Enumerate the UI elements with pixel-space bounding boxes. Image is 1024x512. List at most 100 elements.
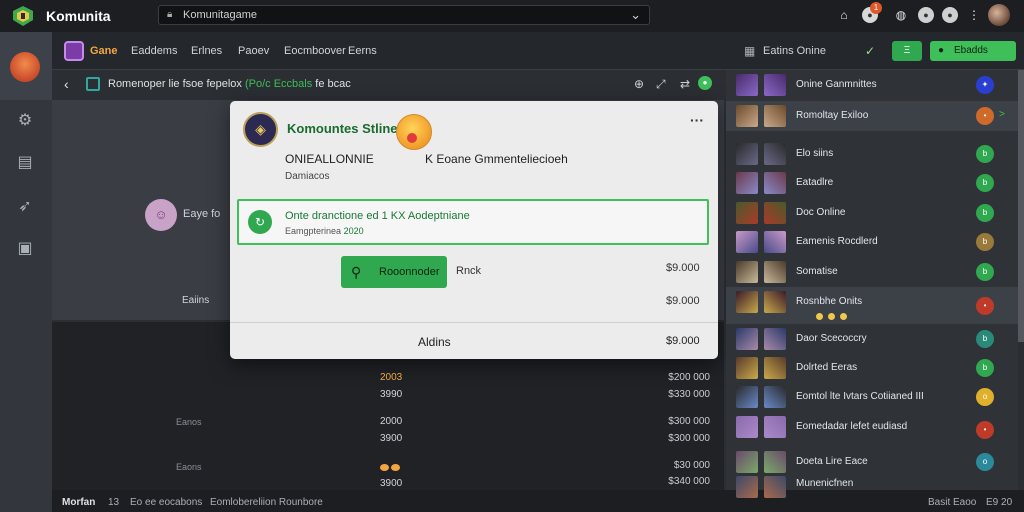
nav-item-2[interactable]: Eaddems (131, 45, 177, 57)
settings-icon[interactable]: ● (918, 7, 934, 23)
table-row-amount: $200 000 (668, 372, 710, 383)
scrollbar[interactable] (1018, 70, 1024, 342)
member-name[interactable]: Eaye fo (183, 208, 220, 220)
status-badge[interactable]: b (976, 174, 994, 192)
status-item[interactable]: Morfan (62, 497, 95, 508)
sidebar-item-label: Munenicfnen (796, 478, 854, 489)
notice-title: Onte dranctione ed 1 KX Aodeptniane (285, 210, 470, 222)
sidebar-item-label: Somatise (796, 266, 838, 277)
game-thumbnail (764, 261, 786, 283)
primary-action-button[interactable]: ● Ebadds (930, 41, 1016, 61)
nav-item-game[interactable]: Gane (90, 45, 118, 57)
sidebar-item[interactable]: Doc Online b (726, 198, 1018, 227)
notification-badge: 1 (870, 2, 882, 14)
sidebar-item-label: Rosnbhe Onits (796, 296, 863, 307)
sidebar-item[interactable]: Rosnbhe Onits • (726, 287, 1018, 324)
member-avatar[interactable]: ☺ (145, 199, 177, 231)
sidebar-item[interactable]: Daor Scecoccry b (726, 324, 1018, 353)
status-item[interactable]: Eomlobereliion Rounbore (210, 497, 323, 508)
breadcrumb-highlight[interactable]: (Po/c Eccbals (245, 78, 312, 90)
sidebar-item[interactable]: Onine Ganmnittes ✦ (726, 70, 1018, 99)
status-badge[interactable]: ✦ (976, 76, 994, 94)
table-row-value: 3900 (380, 478, 403, 489)
status-badge[interactable]: o (976, 388, 994, 406)
chevron-right-icon[interactable]: > (999, 109, 1005, 120)
home-icon[interactable]: ⌂ (836, 7, 852, 23)
nav-item-3[interactable]: Erlnes (191, 45, 222, 57)
online-label[interactable]: Eatins Onine (763, 45, 826, 57)
table-row-label: Eaons (176, 462, 202, 472)
nav-item-4[interactable]: Paoev (238, 45, 269, 57)
breadcrumb-prefix: Romenoper lie fsoe fepelox (108, 78, 242, 90)
emoji-sticker-icon (396, 114, 432, 150)
sidebar-item-label: Doeta Lire Eace (796, 456, 868, 467)
notice-subtitle: Eamgpterinea 2020 (285, 226, 364, 236)
chevron-down-icon[interactable]: ⌄ (630, 7, 641, 23)
status-badge[interactable]: b (976, 263, 994, 281)
user-avatar[interactable] (988, 4, 1010, 26)
table-row-amount: $300 000 (668, 416, 710, 427)
table-row-value: 3990 (380, 389, 403, 400)
sidebar-item[interactable]: Romoltay Exiloo • > (726, 101, 1018, 131)
game-thumbnail (764, 328, 786, 350)
more-vertical-icon[interactable]: ⋮ (966, 7, 982, 23)
help-icon[interactable]: ● (942, 7, 958, 23)
sidebar-item[interactable]: Somatise b (726, 257, 1018, 287)
status-badge[interactable]: b (976, 204, 994, 222)
table-row-amount: $300 000 (668, 433, 710, 444)
sidebar-item[interactable]: Eomtol lte Ivtars Cotiianed III o (726, 382, 1018, 412)
sidebar-item[interactable]: Elo siins b (726, 139, 1018, 168)
recommend-button[interactable]: ⚲ Rooonnoder (341, 256, 447, 288)
game-thumbnail (736, 386, 758, 408)
message-icon[interactable]: ▣ (14, 238, 36, 260)
status-badge[interactable]: b (976, 359, 994, 377)
game-thumbnail (764, 476, 786, 498)
game-thumbnail (764, 202, 786, 224)
status-badge[interactable]: b (976, 233, 994, 251)
sidebar-item[interactable]: Eatadlre b (726, 168, 1018, 198)
small-action-button[interactable]: Ξ (892, 41, 922, 61)
check-icon[interactable]: ✓ (865, 44, 875, 58)
game-controller-icon[interactable]: ⊕ (634, 77, 644, 91)
nav-item-5[interactable]: Eocmboover (284, 45, 346, 57)
sidebar-item[interactable]: Dolrted Eeras b (726, 353, 1018, 382)
status-badge[interactable]: • (976, 297, 994, 315)
expand-icon[interactable]: ⤢ (656, 77, 666, 92)
status-dot-icon[interactable]: ● (698, 76, 712, 90)
keyboard-icon[interactable]: ▤ (14, 152, 36, 174)
game-thumbnail (764, 357, 786, 379)
gear-icon[interactable]: ⚙ (14, 110, 36, 132)
table-row-amount: $330 000 (668, 389, 710, 400)
table-row-value: 3900 (380, 433, 403, 444)
table-row-amount: $30 000 (673, 460, 710, 471)
refresh-icon: ↻ (248, 210, 272, 234)
plus-icon: ● (938, 45, 945, 56)
back-chevron-icon[interactable]: ‹ (64, 76, 69, 92)
status-badge[interactable]: o (976, 453, 994, 471)
card-title: Komountes Stline (287, 121, 398, 136)
table-row-amount: $340 000 (668, 476, 710, 487)
status-badge[interactable]: b (976, 330, 994, 348)
game-nav-icon[interactable] (64, 41, 84, 61)
sidebar-item[interactable]: Munenicfnen (726, 476, 1018, 498)
chat-icon[interactable]: ◍ (893, 7, 909, 23)
status-badge[interactable]: • (976, 107, 994, 125)
status-badge[interactable]: • (976, 421, 994, 439)
rocket-icon[interactable]: ➶ (14, 196, 36, 218)
rail-logo-icon[interactable] (10, 52, 40, 82)
sidebar-item[interactable]: Eomedadar lefet eudiasd • (726, 412, 1018, 447)
amount-2: $9.000 (666, 295, 700, 307)
notice-box[interactable] (237, 199, 709, 245)
address-bar[interactable]: 🔒︎ Komunitagame ⌄ (158, 5, 650, 25)
sidebar-item[interactable]: Doeta Lire Eace o (726, 447, 1018, 476)
status-item[interactable]: Eo ee eocabons (130, 497, 202, 508)
sidebar-item[interactable]: Eamenis Rocdlerd b (726, 227, 1018, 257)
nav-item-6[interactable]: Eerns (348, 45, 377, 57)
more-horizontal-icon[interactable]: ··· (690, 112, 704, 128)
game-thumbnail (764, 416, 786, 438)
game-thumbnail (736, 416, 758, 438)
back-link[interactable]: Rnck (456, 265, 481, 277)
pin-icon: ⚲ (351, 264, 362, 280)
share-icon[interactable]: ⇄ (680, 77, 690, 91)
status-badge[interactable]: b (976, 145, 994, 163)
